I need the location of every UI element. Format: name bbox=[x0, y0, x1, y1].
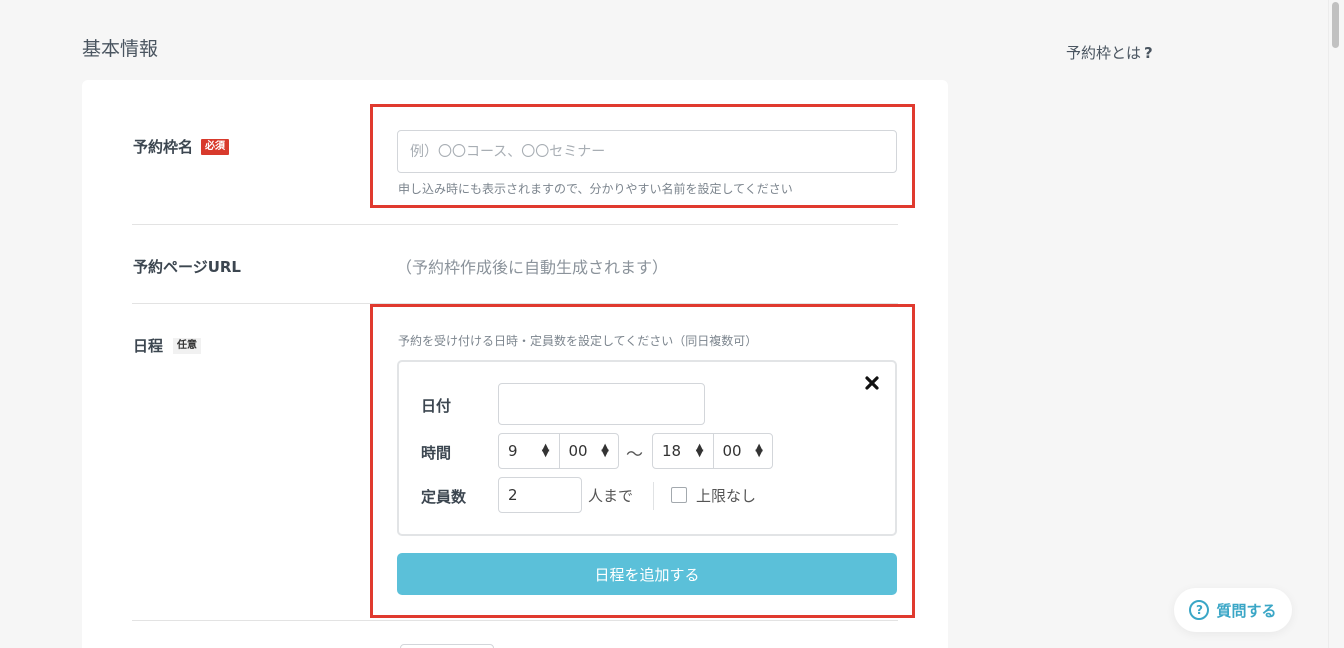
select-arrows-icon: ▲ ▼ bbox=[755, 442, 763, 459]
optional-badge: 任意 bbox=[173, 337, 202, 354]
url-field-label-row: 予約ページURL bbox=[133, 256, 241, 277]
start-hour-select[interactable]: 9 ▲ ▼ bbox=[499, 434, 559, 468]
end-minute-value: 00 bbox=[722, 442, 742, 460]
divider bbox=[132, 224, 898, 225]
name-field-label-row: 予約枠名 必須 bbox=[133, 136, 230, 157]
name-field-label: 予約枠名 bbox=[133, 138, 194, 156]
name-hint: 申し込み時にも表示されますので、分かりやすい名前を設定してください bbox=[398, 182, 793, 196]
required-badge: 必須 bbox=[201, 138, 230, 155]
schedule-field-label-row: 日程 任意 bbox=[133, 335, 202, 356]
time-range-separator: 〜 bbox=[626, 445, 643, 465]
question-icon: ? bbox=[1144, 44, 1153, 62]
start-minute-select[interactable]: 00 ▲ ▼ bbox=[558, 434, 619, 468]
section-title: 基本情報 bbox=[82, 38, 159, 60]
select-arrows-icon: ▲ ▼ bbox=[695, 442, 704, 459]
close-icon[interactable] bbox=[863, 374, 881, 392]
add-schedule-button[interactable]: 日程を追加する bbox=[397, 553, 897, 595]
scrollbar[interactable] bbox=[1328, 0, 1344, 648]
question-circle-icon: ? bbox=[1189, 600, 1210, 620]
date-label: 日付 bbox=[421, 397, 452, 415]
start-minute-value: 00 bbox=[568, 442, 588, 460]
start-hour-value: 9 bbox=[508, 442, 518, 460]
divider bbox=[653, 482, 654, 510]
unlimited-checkbox[interactable] bbox=[671, 487, 687, 503]
capacity-unit: 人まで bbox=[588, 487, 634, 505]
url-placeholder-text: （予約枠作成後に自動生成されます） bbox=[396, 258, 669, 277]
time-label: 時間 bbox=[421, 444, 452, 462]
reservation-name-input[interactable] bbox=[397, 130, 897, 173]
end-minute-select[interactable]: 00 ▲ ▼ bbox=[712, 434, 773, 468]
url-field-label: 予約ページURL bbox=[133, 258, 241, 276]
schedule-field-label: 日程 bbox=[133, 337, 164, 355]
ask-question-label: 質問する bbox=[1216, 601, 1277, 620]
select-arrows-icon: ▲ ▼ bbox=[601, 442, 609, 459]
end-time-group: 18 ▲ ▼ 00 ▲ ▼ bbox=[652, 433, 773, 469]
help-link[interactable]: 予約枠とは? bbox=[1066, 42, 1153, 63]
end-hour-value: 18 bbox=[662, 442, 682, 460]
unlimited-label[interactable]: 上限なし bbox=[696, 485, 756, 506]
next-field-input[interactable] bbox=[400, 644, 494, 648]
scrollbar-thumb[interactable] bbox=[1332, 2, 1339, 48]
date-input[interactable] bbox=[498, 383, 705, 425]
end-hour-select[interactable]: 18 ▲ ▼ bbox=[653, 434, 713, 468]
capacity-input[interactable] bbox=[498, 477, 582, 513]
schedule-hint: 予約を受け付ける日時・定員数を設定してください（同日複数可） bbox=[398, 334, 758, 348]
divider bbox=[132, 620, 898, 621]
help-link-label: 予約枠とは bbox=[1066, 44, 1142, 62]
capacity-label: 定員数 bbox=[421, 488, 467, 506]
ask-question-button[interactable]: ? 質問する bbox=[1174, 588, 1292, 632]
start-time-group: 9 ▲ ▼ 00 ▲ ▼ bbox=[498, 433, 619, 469]
select-arrows-icon: ▲ ▼ bbox=[541, 442, 550, 459]
